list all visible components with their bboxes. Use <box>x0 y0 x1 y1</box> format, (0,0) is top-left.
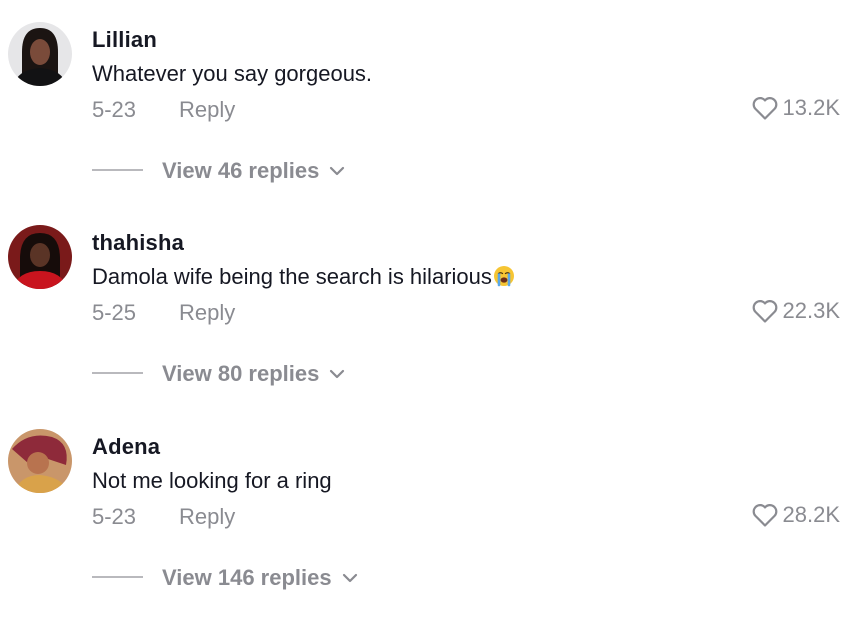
like-count: 13.2K <box>782 95 841 120</box>
like-count: 22.3K <box>782 298 841 323</box>
comment-text: Damola wife being the search is hilariou… <box>92 264 515 293</box>
avatar[interactable] <box>8 22 72 86</box>
chevron-down-icon <box>330 166 345 176</box>
heart-icon <box>752 97 777 120</box>
username[interactable]: thahisha <box>92 230 184 256</box>
divider-line <box>92 169 143 171</box>
like-button[interactable]: 28.2K <box>751 502 841 528</box>
divider-line <box>92 576 143 578</box>
comment-text-content: Damola wife being the search is hilariou… <box>92 264 492 289</box>
comment-text: Whatever you say gorgeous. <box>92 61 373 86</box>
avatar[interactable] <box>8 225 72 289</box>
view-replies-button[interactable]: View 146 replies <box>162 565 358 591</box>
avatar-image <box>8 225 72 289</box>
avatar-image <box>8 429 72 493</box>
view-replies-label: View 146 replies <box>162 565 332 590</box>
reply-button[interactable]: Reply <box>179 504 235 530</box>
view-replies-label: View 80 replies <box>162 361 320 386</box>
view-replies-button[interactable]: View 46 replies <box>162 158 345 184</box>
avatar[interactable] <box>8 429 72 493</box>
like-count: 28.2K <box>782 502 841 527</box>
username[interactable]: Lillian <box>92 27 157 53</box>
chevron-down-icon <box>330 369 345 379</box>
avatar-image <box>8 22 72 86</box>
chevron-down-icon <box>342 573 357 583</box>
like-button[interactable]: 22.3K <box>751 298 841 324</box>
heart-icon <box>752 300 777 323</box>
comment-item: Lillian Whatever you say gorgeous. 5-23 … <box>0 0 856 203</box>
comment-date: 5-23 <box>92 97 137 122</box>
reply-button[interactable]: Reply <box>179 97 235 123</box>
like-button[interactable]: 13.2K <box>751 95 841 121</box>
view-replies-button[interactable]: View 80 replies <box>162 361 345 387</box>
view-replies-label: View 46 replies <box>162 158 320 183</box>
divider-line <box>92 372 143 374</box>
username[interactable]: Adena <box>92 434 160 460</box>
reply-button[interactable]: Reply <box>179 300 235 326</box>
comment-date: 5-23 <box>92 504 137 529</box>
comment-item: Adena Not me looking for a ring 5-23 Rep… <box>0 407 856 610</box>
comment-text: Not me looking for a ring <box>92 468 332 493</box>
heart-icon <box>752 504 777 527</box>
comment-item: thahisha Damola wife being the search is… <box>0 203 856 406</box>
comment-date: 5-25 <box>92 300 137 325</box>
loudly-crying-face-icon <box>493 265 515 293</box>
